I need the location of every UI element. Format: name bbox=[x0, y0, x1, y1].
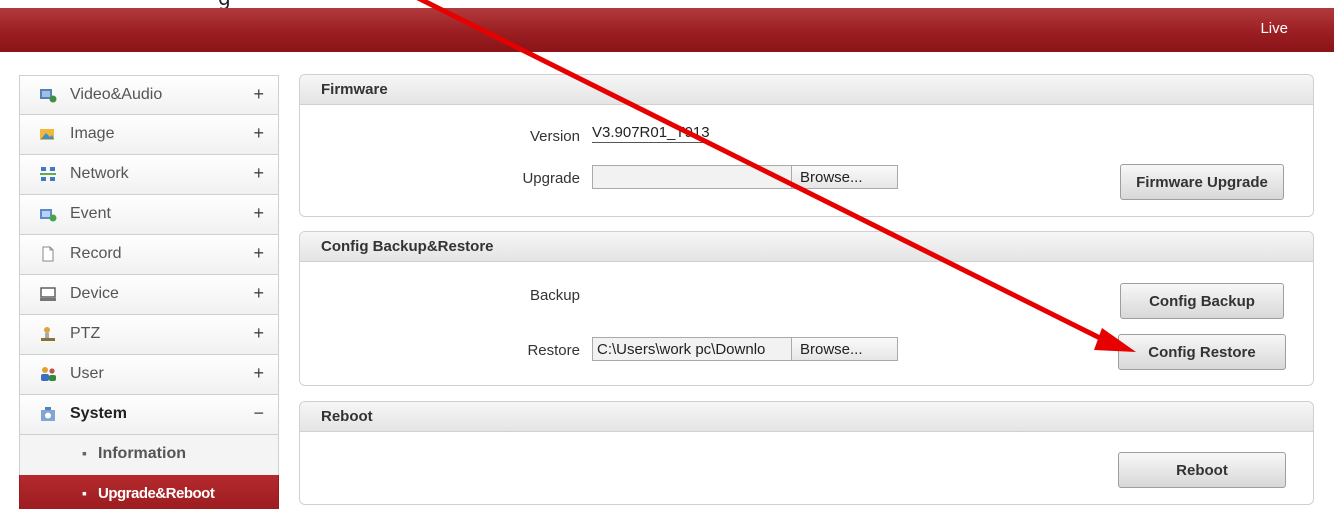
collapse-icon: − bbox=[253, 403, 264, 423]
sidebar-item-label: Video&Audio bbox=[70, 86, 163, 103]
expand-icon: + bbox=[253, 363, 264, 383]
config-restore-file-input[interactable]: C:\Users\work pc\Downlo bbox=[592, 337, 792, 361]
bullet-icon: ▪ bbox=[82, 485, 87, 501]
expand-icon: + bbox=[253, 283, 264, 303]
record-icon bbox=[42, 246, 54, 262]
config-restore-file-path: C:\Users\work pc\Downlo bbox=[597, 341, 766, 358]
live-link[interactable]: Live bbox=[1260, 20, 1288, 37]
panel-title: Config Backup&Restore bbox=[321, 238, 494, 255]
sidebar-item-label: Image bbox=[70, 125, 115, 142]
event-icon bbox=[40, 209, 57, 222]
bullet-icon: ▪ bbox=[82, 445, 87, 461]
sidebar-item-network[interactable]: Network + bbox=[19, 155, 279, 195]
config-restore-button[interactable]: Config Restore bbox=[1118, 334, 1286, 370]
sidebar-item-label: PTZ bbox=[70, 325, 101, 342]
firmware-version-value: V3.907R01_T913 bbox=[592, 124, 710, 143]
user-icon bbox=[41, 367, 56, 381]
expand-icon: + bbox=[253, 243, 264, 263]
sidebar-item-label: Event bbox=[70, 205, 111, 222]
config-panel-header: Config Backup&Restore bbox=[300, 232, 1313, 262]
reboot-panel-header: Reboot bbox=[300, 402, 1313, 432]
device-icon bbox=[40, 287, 56, 301]
firmware-browse-button[interactable]: Browse... bbox=[791, 165, 898, 189]
caption-fragment: g bbox=[218, 0, 231, 8]
expand-icon: + bbox=[253, 163, 264, 183]
sidebar-item-label: Record bbox=[70, 245, 122, 262]
sidebar-item-event[interactable]: Event + bbox=[19, 195, 279, 235]
config-browse-button[interactable]: Browse... bbox=[791, 337, 898, 361]
top-header-bar: Live bbox=[0, 8, 1334, 52]
sidebar-item-label: User bbox=[70, 365, 104, 382]
sidebar-item-ptz[interactable]: PTZ + bbox=[19, 315, 279, 355]
sidebar-item-video-audio[interactable]: Video&Audio + bbox=[19, 75, 279, 115]
expand-icon: + bbox=[253, 323, 264, 343]
sidebar-subitem-information[interactable]: ▪ Information bbox=[19, 435, 279, 475]
firmware-panel-header: Firmware bbox=[300, 75, 1313, 105]
firmware-upgrade-button[interactable]: Firmware Upgrade bbox=[1120, 164, 1284, 200]
firmware-file-input[interactable] bbox=[592, 165, 792, 189]
version-label: Version bbox=[529, 128, 580, 145]
sidebar-item-label: System bbox=[70, 405, 127, 422]
sidebar-item-label: Network bbox=[70, 165, 129, 182]
video-audio-icon bbox=[40, 89, 57, 103]
backup-label: Backup bbox=[529, 287, 580, 304]
expand-icon: + bbox=[253, 123, 264, 143]
sidebar-item-system[interactable]: System − bbox=[19, 395, 279, 435]
panel-title: Reboot bbox=[321, 408, 373, 425]
image-icon bbox=[40, 129, 54, 140]
panel-title: Firmware bbox=[321, 81, 388, 98]
caption-strip: g bbox=[0, 0, 1334, 8]
sidebar-item-device[interactable]: Device + bbox=[19, 275, 279, 315]
settings-sidebar: Video&Audio + Image + Network + Event + … bbox=[19, 75, 279, 509]
expand-icon: + bbox=[253, 203, 264, 223]
network-icon bbox=[40, 167, 56, 181]
sidebar-item-user[interactable]: User + bbox=[19, 355, 279, 395]
ptz-icon bbox=[41, 327, 55, 341]
upgrade-label: Upgrade bbox=[522, 170, 580, 187]
reboot-button[interactable]: Reboot bbox=[1118, 452, 1286, 488]
sidebar-item-image[interactable]: Image + bbox=[19, 115, 279, 155]
sidebar-subitem-label: Information bbox=[98, 445, 186, 462]
sidebar-item-record[interactable]: Record + bbox=[19, 235, 279, 275]
expand-icon: + bbox=[253, 84, 264, 104]
sidebar-item-label: Device bbox=[70, 285, 119, 302]
restore-label: Restore bbox=[527, 342, 580, 359]
system-icon bbox=[41, 407, 55, 421]
config-backup-button[interactable]: Config Backup bbox=[1120, 283, 1284, 319]
sidebar-subitem-label: Upgrade&Reboot bbox=[98, 485, 215, 502]
sidebar-subitem-upgrade-reboot[interactable]: ▪ Upgrade&Reboot bbox=[19, 475, 279, 509]
